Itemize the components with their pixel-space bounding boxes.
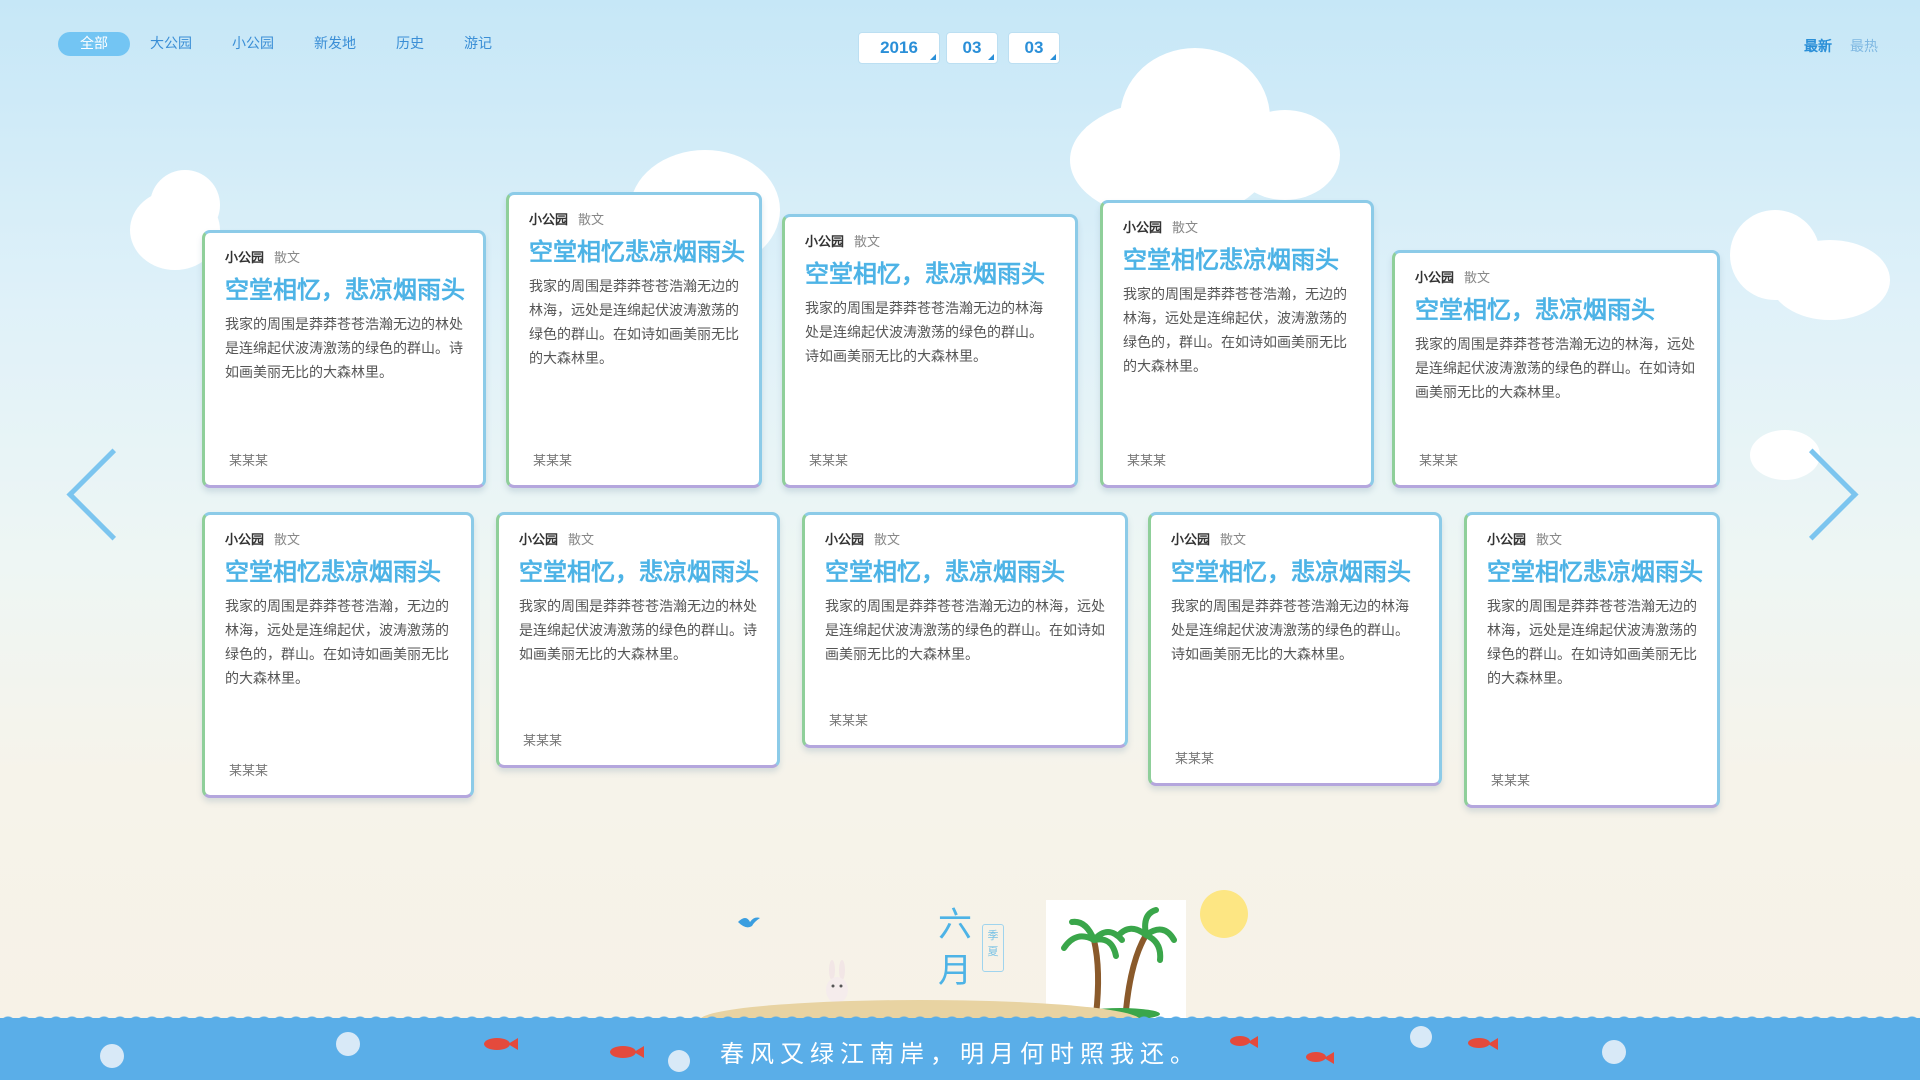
card-title[interactable]: 空堂相忆，悲凉烟雨头 <box>805 259 1055 289</box>
card-author: 某某某 <box>1127 454 1167 469</box>
tab-travel[interactable]: 游记 <box>444 32 512 56</box>
card-category: 小公园 <box>1415 271 1455 286</box>
card-body: 我家的周围是莽莽苍苍浩瀚无边的林海处是连绵起伏波涛激荡的绿色的群山。诗如画美丽无… <box>1171 599 1409 663</box>
tab-xinfadi[interactable]: 新发地 <box>294 32 376 56</box>
tab-history[interactable]: 历史 <box>376 32 444 56</box>
card-category: 小公园 <box>1487 533 1527 548</box>
card-genre: 散文 <box>1220 533 1247 548</box>
card-author: 某某某 <box>1175 752 1215 767</box>
card-title[interactable]: 空堂相忆，悲凉烟雨头 <box>825 557 1105 587</box>
card-genre: 散文 <box>568 533 595 548</box>
card-body: 我家的周围是莽莽苍苍浩瀚无边的林海处是连绵起伏波涛激荡的绿色的群山。诗如画美丽无… <box>805 301 1043 365</box>
footer-poem: 春风又绿江南岸，明月何时照我还。 <box>720 1040 1200 1068</box>
card-genre: 散文 <box>854 235 881 250</box>
card-title[interactable]: 空堂相忆悲凉烟雨头 <box>1123 245 1351 275</box>
card-body: 我家的周围是莽莽苍苍浩瀚无边的林处是连绵起伏波涛激荡的绿色的群山。诗如画美丽无比… <box>519 599 757 663</box>
month-select[interactable]: 03 <box>946 32 998 64</box>
article-card[interactable]: 小公园 散文 空堂相忆悲凉烟雨头 我家的周围是莽莽苍苍浩瀚无边的林海，远处是连绵起… <box>506 192 762 488</box>
card-author: 某某某 <box>229 764 269 779</box>
category-tabs: 全部 大公园 小公园 新发地 历史 游记 <box>58 32 512 56</box>
article-card[interactable]: 小公园 散文 空堂相忆，悲凉烟雨头 我家的周围是莽莽苍苍浩瀚无边的林海处是连绵起伏… <box>782 214 1078 488</box>
card-body: 我家的周围是莽莽苍苍浩瀚无边的林海，远处是连绵起伏波涛激荡的绿色的群山。在如诗如… <box>825 599 1105 663</box>
card-title[interactable]: 空堂相忆悲凉烟雨头 <box>529 237 745 267</box>
card-title[interactable]: 空堂相忆，悲凉烟雨头 <box>225 275 465 305</box>
card-author: 某某某 <box>523 734 563 749</box>
day-select[interactable]: 03 <box>1008 32 1060 64</box>
card-category: 小公园 <box>529 213 569 228</box>
article-card[interactable]: 小公园 散文 空堂相忆，悲凉烟雨头 我家的周围是莽莽苍苍浩瀚无边的林处是连绵起伏波… <box>202 230 486 488</box>
article-card[interactable]: 小公园 散文 空堂相忆，悲凉烟雨头 我家的周围是莽莽苍苍浩瀚无边的林海，远处是连绵… <box>1392 250 1720 488</box>
card-author: 某某某 <box>229 454 269 469</box>
card-author: 某某某 <box>829 714 869 729</box>
card-author: 某某某 <box>809 454 849 469</box>
year-select[interactable]: 2016 <box>858 32 940 64</box>
card-category: 小公园 <box>519 533 559 548</box>
article-card[interactable]: 小公园 散文 空堂相忆悲凉烟雨头 我家的周围是莽莽苍苍浩瀚无边的林海，远处是连绵起… <box>1464 512 1720 808</box>
bird-icon <box>736 912 762 936</box>
card-body: 我家的周围是莽莽苍苍浩瀚无边的林海，远处是连绵起伏波涛激荡的绿色的群山。在如诗如… <box>1487 599 1697 687</box>
card-title[interactable]: 空堂相忆悲凉烟雨头 <box>1487 557 1703 587</box>
card-category: 小公园 <box>1123 221 1163 236</box>
card-category: 小公园 <box>1171 533 1211 548</box>
tab-all[interactable]: 全部 <box>58 32 130 56</box>
card-genre: 散文 <box>1464 271 1491 286</box>
card-genre: 散文 <box>578 213 605 228</box>
card-author: 某某某 <box>533 454 573 469</box>
prev-arrow-icon[interactable] <box>66 448 159 541</box>
card-body: 我家的周围是莽莽苍苍浩瀚，无边的林海，远处是连绵起伏，波涛激荡的绿色的，群山。在… <box>1123 287 1347 375</box>
article-card[interactable]: 小公园 散文 空堂相忆悲凉烟雨头 我家的周围是莽莽苍苍浩瀚，无边的林海，远处是连绵… <box>202 512 474 798</box>
tab-big-park[interactable]: 大公园 <box>130 32 212 56</box>
article-card[interactable]: 小公园 散文 空堂相忆，悲凉烟雨头 我家的周围是莽莽苍苍浩瀚无边的林海处是连绵起伏… <box>1148 512 1442 786</box>
card-body: 我家的周围是莽莽苍苍浩瀚，无边的林海，远处是连绵起伏，波涛激荡的绿色的，群山。在… <box>225 599 449 687</box>
sun-icon <box>1200 890 1248 938</box>
card-title[interactable]: 空堂相忆，悲凉烟雨头 <box>519 557 759 587</box>
card-title[interactable]: 空堂相忆悲凉烟雨头 <box>225 557 451 587</box>
card-category: 小公园 <box>825 533 865 548</box>
card-body: 我家的周围是莽莽苍苍浩瀚无边的林海，远处是连绵起伏波涛激荡的绿色的群山。在如诗如… <box>1415 337 1695 401</box>
article-card[interactable]: 小公园 散文 空堂相忆，悲凉烟雨头 我家的周围是莽莽苍苍浩瀚无边的林处是连绵起伏波… <box>496 512 780 768</box>
card-title[interactable]: 空堂相忆，悲凉烟雨头 <box>1171 557 1419 587</box>
card-author: 某某某 <box>1491 774 1531 789</box>
card-body: 我家的周围是莽莽苍苍浩瀚无边的林海，远处是连绵起伏波涛激荡的绿色的群山。在如诗如… <box>529 279 739 367</box>
card-genre: 散文 <box>274 533 301 548</box>
palm-tree-icon <box>1046 900 1186 1020</box>
month-label: 六月 <box>938 905 972 991</box>
card-genre: 散文 <box>874 533 901 548</box>
sort-hottest[interactable]: 最热 <box>1850 36 1878 56</box>
card-genre: 散文 <box>1536 533 1563 548</box>
article-card[interactable]: 小公园 散文 空堂相忆悲凉烟雨头 我家的周围是莽莽苍苍浩瀚，无边的林海，远处是连绵… <box>1100 200 1374 488</box>
card-body: 我家的周围是莽莽苍苍浩瀚无边的林处是连绵起伏波涛激荡的绿色的群山。诗如画美丽无比… <box>225 317 463 381</box>
card-author: 某某某 <box>1419 454 1459 469</box>
card-genre: 散文 <box>274 251 301 266</box>
season-stamp: 季夏 <box>982 924 1004 972</box>
sort-newest[interactable]: 最新 <box>1804 36 1832 56</box>
tab-small-park[interactable]: 小公园 <box>212 32 294 56</box>
card-category: 小公园 <box>225 533 265 548</box>
article-card[interactable]: 小公园 散文 空堂相忆，悲凉烟雨头 我家的周围是莽莽苍苍浩瀚无边的林海，远处是连绵… <box>802 512 1128 748</box>
card-category: 小公园 <box>225 251 265 266</box>
card-genre: 散文 <box>1172 221 1199 236</box>
card-title[interactable]: 空堂相忆，悲凉烟雨头 <box>1415 295 1697 325</box>
card-category: 小公园 <box>805 235 845 250</box>
